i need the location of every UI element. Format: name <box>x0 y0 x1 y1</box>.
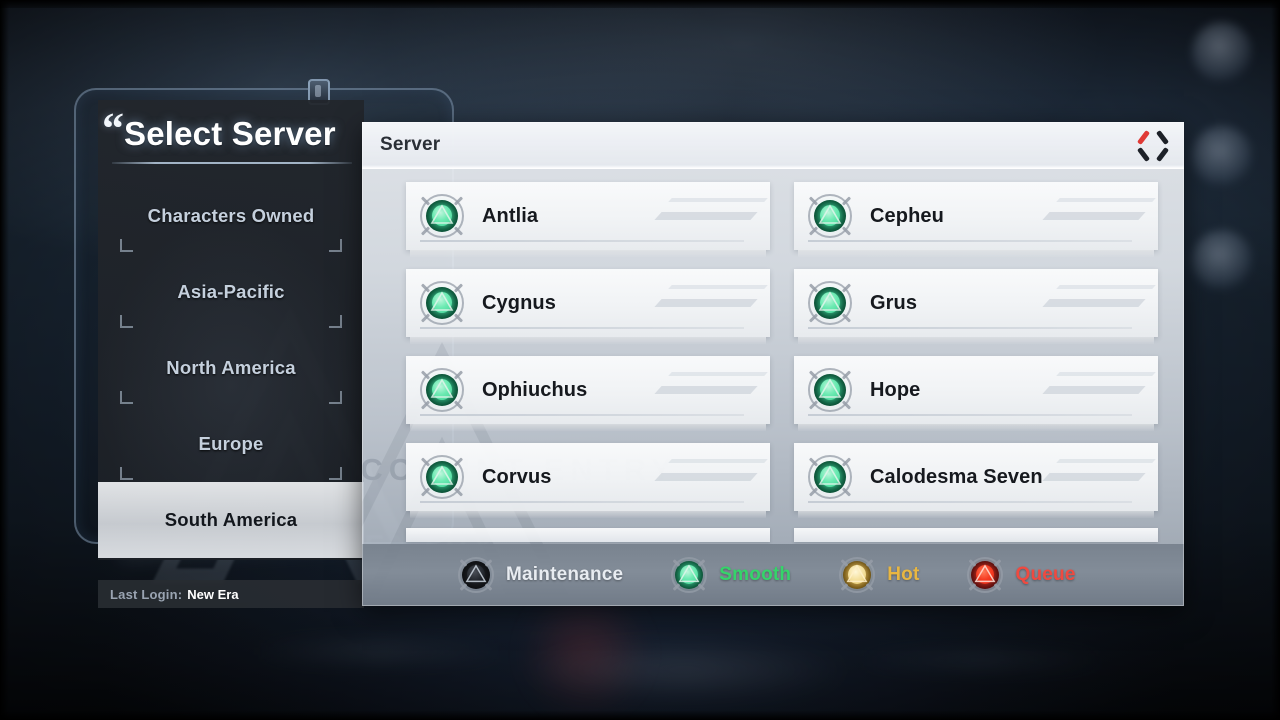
server-list: Antlia Cepheu Cygnus Grus Ophiuchus Hope… <box>362 168 1184 544</box>
legend-label: Queue <box>1015 564 1076 585</box>
corner-bracket-left-icon <box>120 391 133 404</box>
legend-item-queue: Queue <box>967 557 1075 593</box>
server-status-orb-icon <box>420 281 464 325</box>
sidebar-item-label: North America <box>166 357 296 378</box>
card-slash-decoration <box>1040 283 1158 331</box>
page-title: Select Server <box>124 115 336 152</box>
hud-info-icon[interactable] <box>1184 118 1260 210</box>
server-dialog: ACCOUNT ENTRY Server <box>362 122 1184 606</box>
server-row-hope[interactable]: Hope <box>794 356 1158 443</box>
legend-label: Maintenance <box>506 564 624 585</box>
server-status-orb-icon <box>420 455 464 499</box>
select-server-panel: “ Select Server Characters Owned Asia-Pa… <box>98 100 364 560</box>
hud-account-icon[interactable] <box>1184 222 1260 314</box>
card-slash-decoration <box>1040 457 1158 505</box>
server-status-orb-icon <box>808 281 852 325</box>
sidebar-item-north-america[interactable]: North America <box>98 330 364 406</box>
corner-bracket-left-icon <box>120 467 133 480</box>
background-top-letterbox <box>0 0 1280 8</box>
last-login-bar: Last Login: New Era <box>98 580 364 608</box>
sidebar-item-asia-pacific[interactable]: Asia-Pacific <box>98 254 364 330</box>
server-row-ophiuchus[interactable]: Ophiuchus <box>406 356 770 443</box>
sidebar-item-label: South America <box>164 509 298 530</box>
legend-item-smooth: Smooth <box>671 557 791 593</box>
dialog-header: Server <box>362 122 1184 169</box>
background-right-edge <box>1271 0 1280 720</box>
sidebar-item-europe[interactable]: Europe <box>98 406 364 482</box>
hot-status-orb-icon <box>839 557 876 593</box>
server-row-cygnus[interactable]: Cygnus <box>406 269 770 356</box>
game-screen: ACCOUNT ENTRY “ Select Server Characters… <box>0 0 1280 720</box>
background-bottom-edge <box>0 710 1280 720</box>
card-slash-decoration <box>652 196 770 244</box>
legend-label: Smooth <box>719 564 792 585</box>
card-slash-decoration <box>1040 370 1158 418</box>
scroll-hint-right <box>794 528 1158 542</box>
corner-bracket-right-icon <box>329 239 342 252</box>
corner-bracket-left-icon <box>120 239 133 252</box>
server-status-orb-icon <box>420 368 464 412</box>
panel-title-row: “ Select Server <box>98 100 364 154</box>
sidebar-item-characters-owned[interactable]: Characters Owned <box>98 178 364 254</box>
hud-headphones-icon[interactable] <box>1184 14 1260 106</box>
corner-bracket-right-icon <box>329 391 342 404</box>
quote-mark-icon: “ <box>102 104 124 153</box>
card-slash-decoration <box>1040 196 1158 244</box>
server-status-orb-icon <box>808 368 852 412</box>
region-list: Characters Owned Asia-Pacific North Amer… <box>98 178 364 558</box>
card-slash-decoration <box>652 283 770 331</box>
background-left-edge <box>0 0 9 720</box>
last-login-label: Last Login: <box>110 586 183 602</box>
last-login-value: New Era <box>187 586 239 602</box>
card-slash-decoration <box>652 370 770 418</box>
close-icon[interactable] <box>1134 128 1172 164</box>
sidebar-item-label: Asia-Pacific <box>177 281 285 302</box>
server-row-grus[interactable]: Grus <box>794 269 1158 356</box>
legend-item-maintenance: Maintenance <box>458 557 623 593</box>
server-row-antlia[interactable]: Antlia <box>406 182 770 269</box>
corner-bracket-right-icon <box>329 315 342 328</box>
smooth-status-orb-icon <box>671 557 708 593</box>
server-row-calodesma-seven[interactable]: Calodesma Seven <box>794 443 1158 530</box>
server-status-orb-icon <box>808 194 852 238</box>
card-slash-decoration <box>652 457 770 505</box>
hud-icon-stack <box>1184 14 1268 326</box>
maintenance-status-orb-icon <box>458 557 494 593</box>
sidebar-item-label: Characters Owned <box>147 205 315 226</box>
server-row-corvus[interactable]: Corvus <box>406 443 770 530</box>
scroll-hint-left <box>406 528 770 542</box>
corner-bracket-left-icon <box>120 315 133 328</box>
server-status-orb-icon <box>420 194 464 238</box>
server-row-cepheu[interactable]: Cepheu <box>794 182 1158 269</box>
legend-label: Hot <box>887 564 920 585</box>
server-status-orb-icon <box>808 455 852 499</box>
title-divider <box>112 162 352 164</box>
sidebar-item-south-america[interactable]: South America <box>98 482 364 558</box>
sidebar-item-label: Europe <box>198 433 264 454</box>
queue-status-orb-icon <box>967 557 1004 593</box>
corner-bracket-right-icon <box>329 467 342 480</box>
status-legend: Maintenance Smooth Hot Queue <box>362 544 1184 606</box>
legend-item-hot: Hot <box>839 557 919 593</box>
server-list-scroll-hint[interactable] <box>406 528 1158 542</box>
dialog-title: Server <box>380 134 441 155</box>
